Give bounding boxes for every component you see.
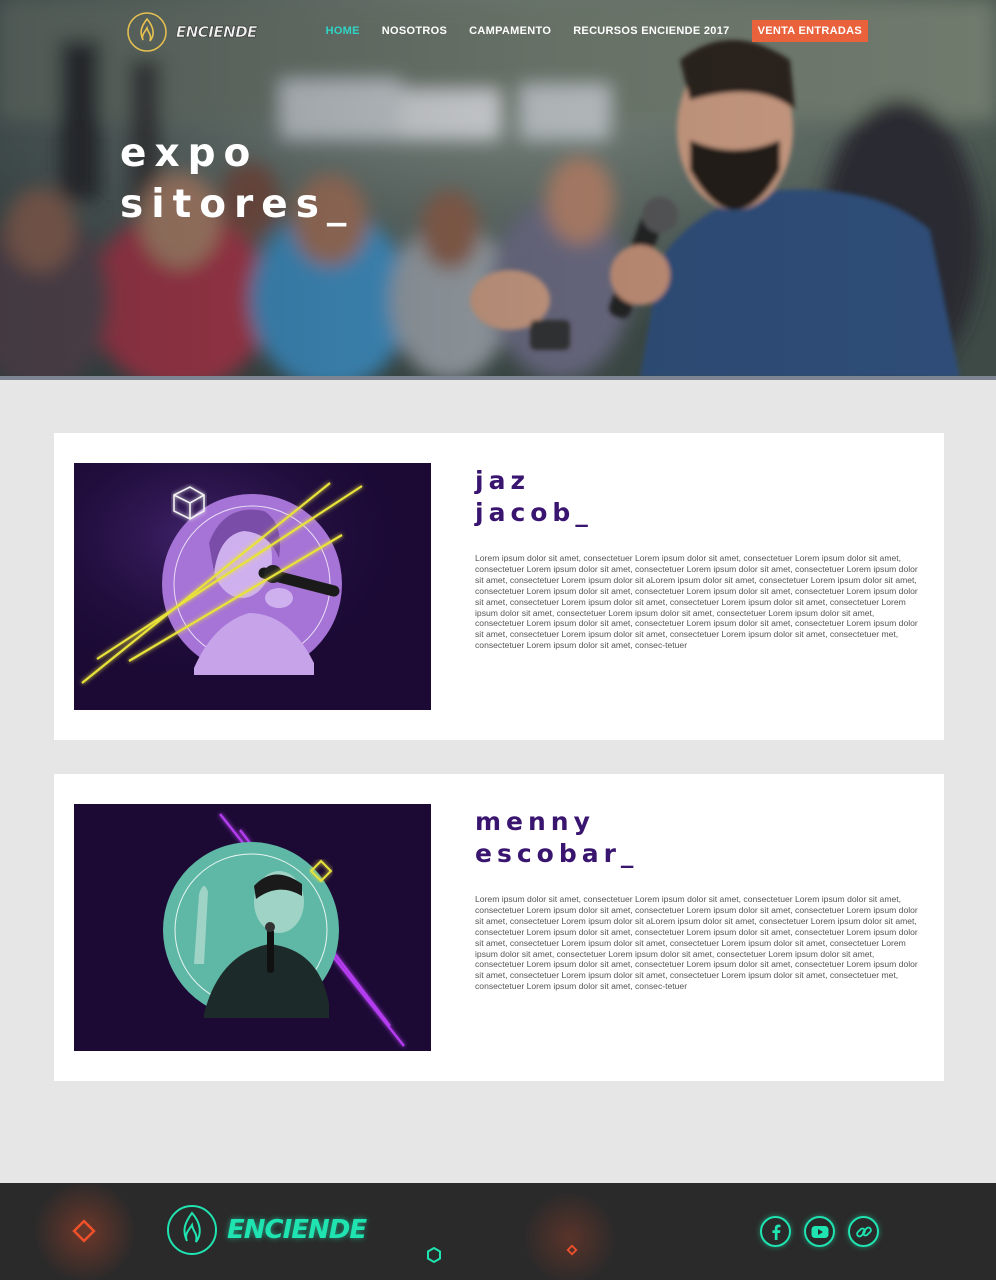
orange-diamond-icon xyxy=(72,1219,96,1243)
footer-logo-text: ENCIENDE xyxy=(227,1215,367,1245)
page-title-line-2: sitores_ xyxy=(120,182,355,227)
social-links xyxy=(760,1216,879,1247)
page-title-line-1: expo xyxy=(120,131,259,176)
speaker-last-name: jacob_ xyxy=(475,498,593,527)
header-logo-text: ENCIENDE xyxy=(176,23,258,42)
flame-logo-icon xyxy=(127,12,167,52)
website-link[interactable] xyxy=(848,1216,879,1247)
speaker-first-name: menny xyxy=(475,807,595,836)
nav-nosotros[interactable]: NOSOTROS xyxy=(382,25,447,37)
speaker-bio: Lorem ipsum dolor sit amet, consectetuer… xyxy=(475,894,918,992)
header-logo[interactable]: ENCIENDE xyxy=(126,11,258,53)
hero-divider xyxy=(0,376,996,380)
speaker-portrait-image xyxy=(74,804,431,1051)
nav-home[interactable]: HOME xyxy=(326,25,360,37)
hero-banner: ENCIENDE HOME NOSOTROS CAMPAMENTO RECURS… xyxy=(0,0,996,378)
speaker-card: menny escobar_ Lorem ipsum dolor sit ame… xyxy=(54,774,944,1081)
link-icon xyxy=(855,1226,872,1237)
speaker-name: jaz jacob_ xyxy=(475,465,593,529)
speaker-last-name: escobar_ xyxy=(475,839,639,868)
speaker-photo xyxy=(74,463,431,710)
page-title: expo sitores_ xyxy=(120,128,354,230)
decor-glow xyxy=(520,1193,620,1280)
youtube-link[interactable] xyxy=(804,1216,835,1247)
site-footer: ENCIENDE xyxy=(0,1183,996,1280)
nav-campamento[interactable]: CAMPAMENTO xyxy=(469,25,551,37)
green-hexagon-icon xyxy=(427,1246,441,1264)
speaker-bio: Lorem ipsum dolor sit amet, consectetuer… xyxy=(475,553,918,651)
main-nav: HOME NOSOTROS CAMPAMENTO RECURSOS ENCIEN… xyxy=(326,20,868,42)
speaker-portrait-image xyxy=(74,463,431,710)
speaker-name: menny escobar_ xyxy=(475,806,638,870)
youtube-icon xyxy=(811,1225,828,1238)
facebook-icon xyxy=(771,1224,780,1240)
footer-logo[interactable]: ENCIENDE xyxy=(165,1203,367,1257)
speaker-first-name: jaz xyxy=(475,466,530,495)
flame-logo-icon xyxy=(167,1205,217,1255)
orange-small-diamond-icon xyxy=(566,1244,578,1256)
nav-recursos[interactable]: RECURSOS ENCIENDE 2017 xyxy=(573,25,729,37)
facebook-link[interactable] xyxy=(760,1216,791,1247)
speaker-photo xyxy=(74,804,431,1051)
speaker-card: jaz jacob_ Lorem ipsum dolor sit amet, c… xyxy=(54,433,944,740)
buy-tickets-button[interactable]: VENTA ENTRADAS xyxy=(751,20,868,42)
